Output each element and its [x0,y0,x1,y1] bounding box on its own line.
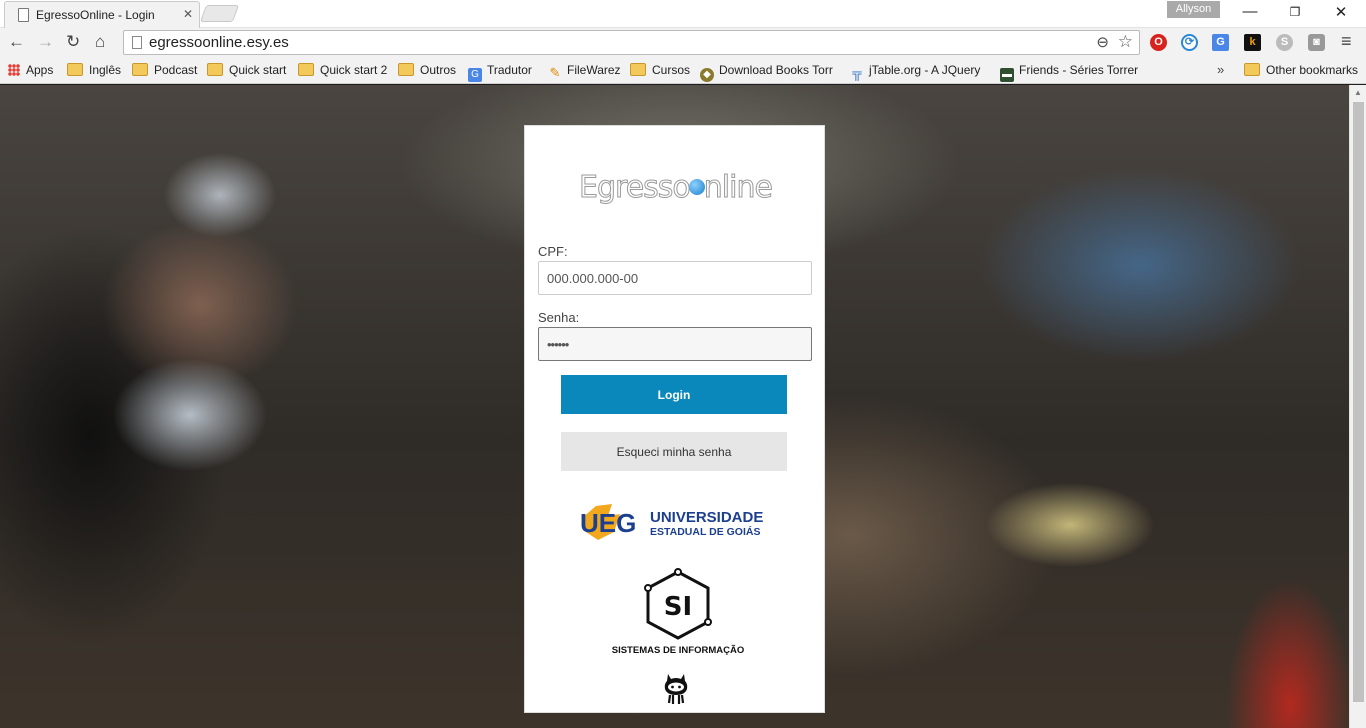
bookmarks-overflow-icon[interactable]: » [1217,62,1224,77]
bookmark-label: Download Books Torr [719,63,833,77]
scroll-thumb[interactable] [1353,102,1364,702]
apps-grid-icon [8,64,20,76]
github-icon[interactable] [660,670,692,706]
forgot-password-button[interactable]: Esqueci minha senha [561,432,787,471]
bookmark-folder-other[interactable]: Other bookmarks [1244,63,1358,79]
window-titlebar: EgressoOnline - Login ✕ Allyson — ❐ ✕ [0,0,1366,28]
filewarez-icon: ✎ [549,65,561,80]
cpf-input[interactable] [538,261,812,295]
bookmark-tradutor[interactable]: G Tradutor [468,63,532,82]
profile-badge[interactable]: Allyson [1167,1,1220,18]
skype-icon[interactable]: S [1276,34,1293,51]
bookmark-apps[interactable]: Apps [8,63,53,79]
bookmarks-bar: Apps Inglês Podcast Quick start Quick st… [0,58,1366,84]
bookmark-label: FileWarez [567,63,621,77]
bookmark-filewarez[interactable]: ✎ FileWarez [548,63,621,80]
tab-close-icon[interactable]: ✕ [183,7,193,21]
ueg-line2: ESTADUAL DE GOIÁS [650,525,760,538]
password-input[interactable] [538,327,812,361]
login-button[interactable]: Login [561,375,787,414]
google-translate-icon: G [468,68,482,82]
tab-title: EgressoOnline - Login [36,8,155,22]
bookmark-star-icon[interactable]: ☆ [1118,32,1133,52]
opera-vpn-icon[interactable]: O [1150,34,1167,51]
forward-button[interactable]: → [37,32,54,52]
bookmark-label: Tradutor [487,63,532,77]
brand-text: Egresso [579,170,692,206]
senha-label: Senha: [538,310,580,325]
ueg-mark: UEG [580,508,636,538]
scroll-up-icon[interactable]: ▲ [1354,88,1362,97]
google-translate-icon[interactable]: G [1212,34,1229,51]
globe-icon [688,179,705,195]
home-button[interactable]: ⌂ [95,32,105,52]
url-text[interactable]: egressoonline.esy.es [149,34,289,51]
page-scrollbar[interactable]: ▲ [1349,85,1366,728]
camera-icon[interactable]: ◙ [1308,34,1325,51]
bookmark-folder-outros[interactable]: Outros [398,63,456,79]
page-favicon-icon [18,8,29,22]
login-card: Egresso nline CPF: Senha: Login Esqueci m… [524,125,825,713]
browser-toolbar: ← → ↻ ⌂ egressoonline.esy.es ⊖ ☆ O ⟳ G k… [0,28,1366,58]
page-info-icon[interactable] [132,36,142,49]
chrome-menu-icon[interactable]: ≡ [1341,31,1352,52]
ueg-line1: UNIVERSIDADE [650,509,763,526]
k-extension-icon[interactable]: k [1244,34,1261,51]
jtable-icon: ╦ [852,65,862,80]
bookmark-label: Apps [26,63,54,77]
address-bar[interactable]: egressoonline.esy.es ⊖ ☆ [123,30,1140,55]
restore-button[interactable]: ❐ [1284,5,1306,19]
sync-icon[interactable]: ⟳ [1181,34,1198,51]
back-button[interactable]: ← [8,32,25,52]
egressoonline-logo: Egresso nline [525,170,826,206]
friends-icon: ▬ [1000,68,1014,82]
bookmark-label: jTable.org - A JQuery [869,63,981,77]
zoom-icon[interactable]: ⊖ [1096,33,1109,51]
si-logo: SI SISTEMAS DE INFORMAÇÃO [612,568,744,656]
si-mark: SI [664,592,692,622]
bookmark-friends[interactable]: ▬ Friends - Séries Torrer [1000,63,1139,82]
new-tab-button[interactable] [199,5,240,22]
si-caption: SISTEMAS DE INFORMAÇÃO [612,645,744,656]
bookmark-folder-podcast[interactable]: Podcast [132,63,197,79]
ueg-logo: UEG UNIVERSIDADE ESTADUAL DE GOIÁS [580,504,763,540]
close-window-button[interactable]: ✕ [1330,3,1352,21]
browser-tab[interactable]: EgressoOnline - Login ✕ [4,1,200,28]
cpf-label: CPF: [538,244,568,259]
bookmark-jtable[interactable]: ╦ jTable.org - A JQuery [850,63,981,80]
bookmark-folder-ingles[interactable]: Inglês [67,63,121,79]
bookmark-label: Friends - Séries Torrer [1019,63,1139,77]
bookmark-download-books[interactable]: ◆ Download Books Torr [700,63,833,82]
bookmark-folder-quick-start-2[interactable]: Quick start 2 [298,63,387,79]
brand-text: nline [703,170,773,206]
bookmark-folder-cursos[interactable]: Cursos [630,63,690,79]
minimize-button[interactable]: — [1239,3,1261,20]
reload-button[interactable]: ↻ [66,32,80,52]
bookmark-folder-quick-start[interactable]: Quick start [207,63,286,79]
download-books-icon: ◆ [700,68,714,82]
